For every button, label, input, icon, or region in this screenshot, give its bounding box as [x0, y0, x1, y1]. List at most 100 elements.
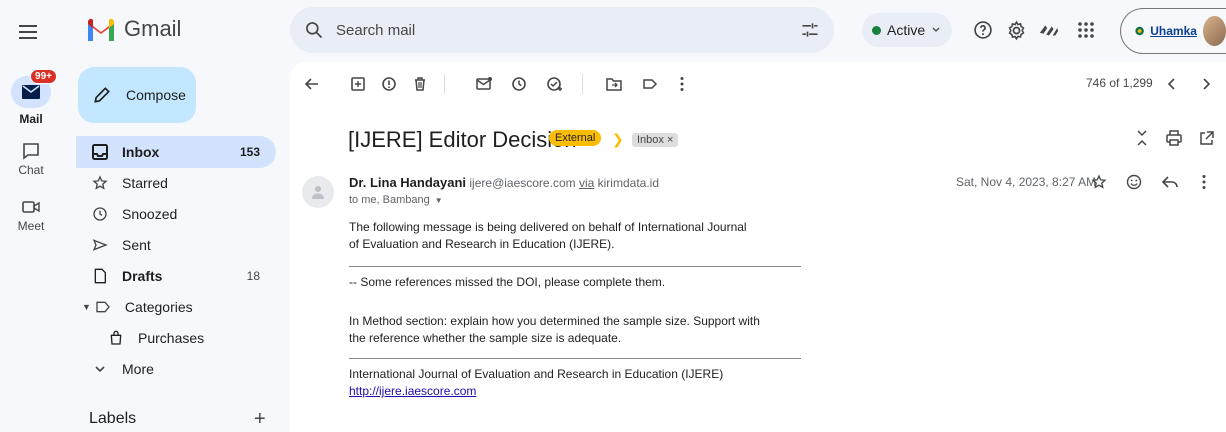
move-to-button[interactable] — [604, 74, 624, 94]
account-button[interactable]: Uhamka — [1120, 8, 1226, 54]
archive-button[interactable] — [348, 74, 368, 94]
sidebar-item-label: Inbox — [122, 144, 160, 160]
rail-mail[interactable]: 99+ Mail — [0, 69, 62, 126]
sidebar-item-sent[interactable]: Sent — [76, 229, 276, 261]
more-actions-button[interactable] — [672, 74, 692, 94]
print-button[interactable] — [1164, 128, 1184, 148]
sidebar-item-snoozed[interactable]: Snoozed — [76, 198, 276, 230]
report-spam-button[interactable] — [379, 74, 399, 94]
snooze-button[interactable] — [509, 74, 529, 94]
sidebar-item-inbox[interactable]: Inbox 153 — [76, 136, 276, 168]
gemini-button[interactable] — [1037, 18, 1061, 42]
toolbar-divider — [582, 74, 583, 94]
sidebar-item-categories[interactable]: ▼ Categories — [76, 291, 276, 323]
status-dot-icon — [872, 25, 881, 35]
mark-unread-button[interactable] — [474, 74, 494, 94]
body-line: of Evaluation and Research in Education … — [349, 237, 615, 251]
emoji-icon — [1126, 174, 1142, 190]
body-paragraph: In Method section: explain how you deter… — [349, 313, 760, 347]
main-menu-button[interactable] — [16, 20, 40, 44]
gmail-logo[interactable]: Gmail — [86, 16, 181, 42]
pagination-text: 746 of 1,299 — [1086, 76, 1153, 90]
body-line: The following message is being delivered… — [349, 220, 747, 234]
sidebar-item-label: Starred — [122, 175, 168, 191]
status-label: Active — [887, 22, 926, 38]
gmail-m-icon — [88, 18, 114, 41]
sender-name[interactable]: Dr. Lina Handayani — [349, 175, 466, 190]
delete-button[interactable] — [410, 74, 430, 94]
inbox-icon — [90, 142, 110, 162]
via-label[interactable]: via — [579, 176, 594, 190]
signature-link[interactable]: http://ijere.iaescore.com — [349, 383, 723, 400]
search-icon[interactable] — [304, 20, 324, 40]
unread-badge: 99+ — [30, 69, 57, 84]
draft-icon — [90, 266, 110, 286]
star-icon — [1091, 174, 1107, 189]
remove-label-icon[interactable]: × — [667, 134, 673, 146]
settings-button[interactable] — [1004, 18, 1028, 42]
rail-meet[interactable]: Meet — [0, 200, 62, 233]
sidebar-item-label: Drafts — [122, 268, 163, 284]
sender-line: Dr. Lina Handayani ijere@iaescore.com vi… — [349, 175, 659, 190]
compose-button[interactable]: Compose — [78, 67, 196, 123]
labels-button[interactable] — [640, 74, 660, 94]
sidebar-item-starred[interactable]: Starred — [76, 167, 276, 199]
divider-line — [349, 358, 801, 359]
search-bar[interactable] — [290, 7, 834, 53]
recipients-toggle[interactable]: to me, Bambang ▼ — [349, 194, 443, 206]
send-icon — [90, 235, 110, 255]
status-dropdown[interactable]: Active — [862, 13, 952, 47]
older-button[interactable] — [1196, 74, 1216, 94]
rail-mail-label: Mail — [19, 112, 43, 126]
sidebar-item-label: Categories — [124, 299, 193, 315]
back-button[interactable] — [302, 74, 322, 94]
support-button[interactable] — [971, 18, 995, 42]
reply-button[interactable] — [1160, 172, 1180, 192]
add-label-icon[interactable]: + — [254, 408, 266, 431]
sidebar-item-drafts[interactable]: Drafts 18 — [76, 260, 276, 292]
compose-label: Compose — [126, 87, 186, 103]
hamburger-icon — [19, 25, 37, 39]
open-new-window-button[interactable] — [1196, 128, 1216, 148]
email-date: Sat, Nov 4, 2023, 8:27 AM — [956, 175, 1097, 189]
search-input[interactable] — [336, 21, 800, 39]
rail-chat[interactable]: Chat — [0, 142, 62, 177]
star-button[interactable] — [1089, 172, 1109, 192]
star-icon — [90, 173, 110, 193]
sidebar-item-count: 153 — [239, 145, 260, 159]
sidebar-item-purchases[interactable]: Purchases — [76, 322, 276, 354]
pencil-icon — [94, 87, 110, 103]
email-subject: [IJERE] Editor Decision — [348, 127, 577, 152]
more-vert-icon — [1202, 175, 1206, 189]
sidebar-item-label: Purchases — [138, 330, 205, 346]
sidebar-item-label: Snoozed — [122, 206, 178, 222]
emoji-reaction-button[interactable] — [1124, 172, 1144, 192]
rail-meet-label: Meet — [17, 219, 45, 233]
caret-down-icon: ▼ — [434, 196, 443, 205]
print-icon — [1166, 130, 1182, 146]
collapse-icon — [1137, 130, 1147, 146]
expand-all-button[interactable] — [1132, 128, 1152, 148]
org-label: Uhamka — [1150, 24, 1197, 38]
sender-avatar[interactable] — [302, 176, 334, 208]
help-icon — [974, 21, 992, 39]
add-task-button[interactable] — [545, 74, 565, 94]
sidebar-item-label: More — [122, 361, 154, 377]
archive-icon — [351, 77, 365, 91]
signature-org: International Journal of Evaluation and … — [349, 367, 724, 381]
inbox-label-chip[interactable]: Inbox × — [632, 133, 679, 147]
body-paragraph: The following message is being delivered… — [349, 219, 747, 253]
importance-marker-icon[interactable]: ❯ — [612, 131, 624, 148]
chevron-left-icon — [1167, 78, 1175, 90]
caret-down-icon[interactable]: ▼ — [82, 302, 91, 312]
trash-icon — [415, 77, 425, 91]
message-more-button[interactable] — [1194, 172, 1214, 192]
search-options-icon[interactable] — [800, 20, 820, 40]
label-icon — [93, 297, 113, 317]
org-logo-icon — [1135, 26, 1144, 36]
apps-button[interactable] — [1074, 18, 1098, 42]
reply-icon — [1162, 176, 1178, 188]
sender-email: ijere@iaescore.com — [469, 176, 576, 190]
sidebar-item-more[interactable]: More — [76, 353, 276, 385]
newer-button[interactable] — [1162, 74, 1182, 94]
